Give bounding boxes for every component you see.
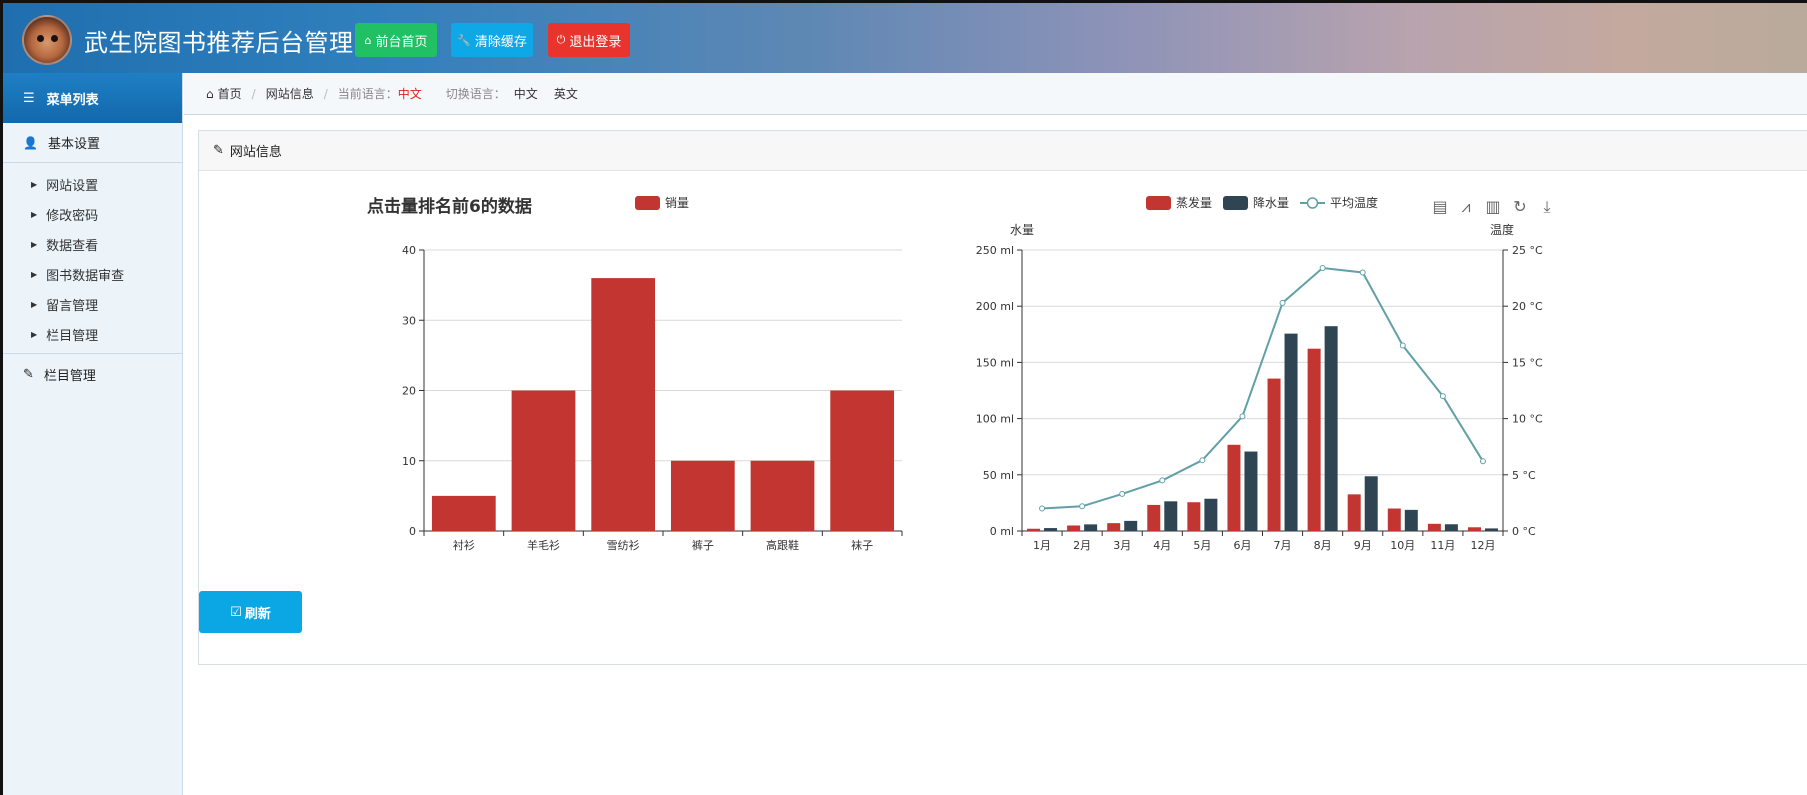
edit-icon: ✎: [23, 366, 34, 382]
caret-right-icon: ▶: [31, 329, 38, 339]
group-label: 基本设置: [47, 137, 100, 152]
breadcrumb-separator: /: [323, 86, 328, 101]
edit-icon: ✎: [213, 143, 224, 158]
sidebar-item-site-settings[interactable]: ▶ 网站设置: [3, 169, 182, 199]
frontend-home-label: 前台首页: [375, 34, 428, 50]
breadcrumb-home[interactable]: 首页: [218, 85, 242, 102]
sidebar: ☰ 菜单列表 👤 基本设置 ▶ 网站设置 ▶ 修改密码 ▶ 数据查看 ▶ 图书数据审查 …: [3, 73, 183, 795]
breadcrumb: ⌂ 首页 / 网站信息 / 当前语言： 中文 切换语言： 中文 英文: [184, 73, 1807, 115]
caret-right-icon: ▶: [31, 179, 38, 189]
refresh-label: 刷新: [244, 606, 271, 622]
breadcrumb-separator: /: [251, 86, 256, 101]
sidebar-submenu: ▶ 网站设置 ▶ 修改密码 ▶ 数据查看 ▶ 图书数据审查 ▶ 留言管理 ▶ 栏目管理: [3, 163, 182, 354]
sidebar-item-label: 留言管理: [46, 298, 99, 314]
avatar: [22, 15, 72, 65]
sidebar-item-messages[interactable]: ▶ 留言管理: [3, 289, 182, 319]
clear-cache-button[interactable]: 🔧 清除缓存: [451, 23, 533, 57]
breadcrumb-page[interactable]: 网站信息: [266, 85, 314, 102]
sidebar-item-book-review[interactable]: ▶ 图书数据审查: [3, 259, 182, 289]
sidebar-item-label: 数据查看: [46, 238, 99, 254]
home-icon: ⌂: [206, 86, 214, 101]
sidebar-item-label: 修改密码: [46, 208, 99, 224]
sidebar-item-columns[interactable]: ▶ 栏目管理: [3, 319, 182, 349]
clear-cache-label: 清除缓存: [474, 34, 527, 50]
menu-header[interactable]: ☰ 菜单列表: [3, 73, 182, 123]
sidebar-group-columns[interactable]: ✎ 栏目管理: [3, 354, 182, 394]
home-icon: ⌂: [364, 33, 372, 47]
logout-label: 退出登录: [569, 34, 622, 50]
caret-right-icon: ▶: [31, 269, 38, 279]
user-icon: 👤: [23, 135, 38, 150]
switch-language-label: 切换语言：: [445, 87, 506, 101]
refresh-button[interactable]: ☑ 刷新: [199, 591, 302, 633]
language-en-link[interactable]: 英文: [554, 85, 578, 102]
check-square-icon: ☑: [230, 604, 242, 620]
sidebar-item-change-password[interactable]: ▶ 修改密码: [3, 199, 182, 229]
caret-right-icon: ▶: [31, 239, 38, 249]
logout-button[interactable]: ⏻ 退出登录: [548, 23, 630, 57]
current-language-label: 当前语言：: [337, 87, 398, 101]
menu-title: 菜单列表: [46, 92, 99, 108]
list-icon: ☰: [23, 90, 35, 106]
sidebar-item-label: 网站设置: [46, 178, 99, 194]
panel-title: 网站信息: [229, 145, 282, 160]
frontend-home-button[interactable]: ⌂ 前台首页: [355, 23, 437, 57]
language-zh-link[interactable]: 中文: [514, 85, 538, 102]
top-header: 武生院图书推荐后台管理中心 ⌂ 前台首页 🔧 清除缓存 ⏻ 退出登录: [3, 3, 1807, 73]
sidebar-item-label: 图书数据审查: [46, 268, 125, 284]
sidebar-item-data-view[interactable]: ▶ 数据查看: [3, 229, 182, 259]
caret-right-icon: ▶: [31, 299, 38, 309]
wrench-icon: 🔧: [457, 33, 471, 47]
site-info-panel: ✎ 网站信息: [198, 130, 1807, 665]
power-icon: ⏻: [556, 33, 566, 46]
caret-right-icon: ▶: [31, 209, 38, 219]
panel-header: ✎ 网站信息: [199, 131, 1807, 171]
sidebar-group-basic-settings[interactable]: 👤 基本设置: [3, 123, 182, 163]
sidebar-item-label: 栏目管理: [46, 328, 99, 344]
current-language-value: 中文: [397, 87, 422, 101]
group-label: 栏目管理: [43, 368, 96, 384]
